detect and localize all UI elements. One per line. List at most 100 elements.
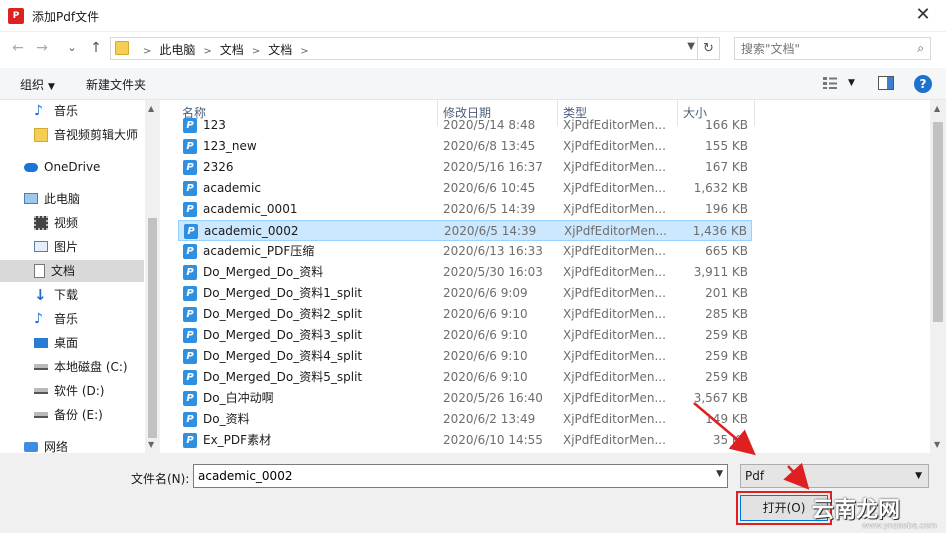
scroll-up-icon[interactable]: ▲: [934, 104, 940, 113]
file-date: 2020/6/5 14:39: [443, 202, 536, 216]
file-row[interactable]: Pacademic 2020/6/6 10:45 XjPdfEditorMen...…: [178, 178, 752, 199]
sidebar-item-music-2[interactable]: ♪ 音乐: [34, 308, 144, 330]
file-row[interactable]: P 123 2020/5/14 8:48 XjPdfEditorMen... 166 K…: [178, 115, 752, 136]
file-name: academic: [203, 181, 261, 195]
refresh-button[interactable]: ↻: [698, 37, 720, 60]
file-type: XjPdfEditorMen...: [563, 202, 665, 216]
pdf-file-icon: P: [184, 224, 198, 239]
chevron-right-icon: >: [300, 46, 309, 57]
sidebar-item-drive-c[interactable]: 本地磁盘 (C:): [34, 356, 144, 378]
file-size: 167 KB: [705, 160, 748, 174]
file-type-value: Pdf: [745, 469, 765, 483]
chevron-down-icon[interactable]: ▼: [848, 78, 855, 88]
file-row[interactable]: P 123_new 2020/6/8 13:45 XjPdfEditorMen... 1…: [178, 136, 752, 157]
pdf-file-icon: P: [183, 307, 197, 322]
scrollbar-thumb[interactable]: [148, 218, 157, 438]
breadcrumb-item[interactable]: 文档: [220, 43, 244, 57]
up-button[interactable]: ↑: [86, 38, 106, 58]
file-row[interactable]: P Do_Merged_Do_资料1_split 2020/6/6 9:09 XjPd…: [178, 283, 752, 304]
file-list-scrollbar[interactable]: ▲ ▼: [930, 100, 946, 453]
column-divider[interactable]: [754, 100, 755, 126]
recent-locations-button[interactable]: ⌄: [62, 38, 82, 58]
file-name: academic_PDF压缩: [203, 244, 315, 258]
file-date: 2020/5/26 16:40: [443, 391, 543, 405]
cloud-icon: [24, 163, 38, 172]
sidebar-item-label: 图片: [54, 240, 79, 254]
file-name: 123_new: [203, 139, 257, 153]
sidebar-item-drive-e[interactable]: 备份 (E:): [34, 404, 144, 426]
chevron-down-icon[interactable]: ▼: [716, 469, 723, 479]
file-row[interactable]: P Do_Merged_Do_资料3_split 2020/6/6 9:10 XjPd…: [178, 325, 752, 346]
close-button[interactable]: ✕: [900, 0, 946, 32]
sidebar-item-onedrive[interactable]: OneDrive: [24, 156, 144, 178]
sidebar-item-music[interactable]: ♪ 音乐: [34, 100, 144, 122]
chevron-down-icon: ▼: [48, 82, 55, 92]
file-type-select[interactable]: Pdf ▼: [740, 464, 929, 488]
file-row[interactable]: P Do_Merged_Do_资料 2020/5/30 16:03 XjPdfEdit…: [178, 262, 752, 283]
file-name: Do_Merged_Do_资料4_split: [203, 349, 363, 363]
file-row[interactable]: Pacademic_0001 2020/6/5 14:39 XjPdfEditorM…: [178, 199, 752, 220]
help-icon[interactable]: ?: [914, 75, 932, 93]
sidebar-item-drive-d[interactable]: 软件 (D:): [34, 380, 144, 402]
file-row[interactable]: Pacademic_0002 2020/6/5 14:39 XjPdfEditorM…: [178, 220, 752, 241]
folder-icon: [115, 41, 129, 55]
sidebar-item-downloads[interactable]: ↓ 下载: [34, 284, 144, 306]
computer-icon: [24, 193, 38, 204]
file-row[interactable]: P Do_资料 2020/6/2 13:49 XjPdfEditorMen... 149…: [178, 409, 752, 430]
sidebar-item-pictures[interactable]: 图片: [34, 236, 144, 258]
sidebar-item-documents[interactable]: 文档: [0, 260, 144, 282]
chevron-down-icon[interactable]: ▼: [687, 41, 695, 52]
file-type: XjPdfEditorMen...: [563, 286, 665, 300]
file-type: XjPdfEditorMen...: [563, 160, 665, 174]
view-options-icon[interactable]: [822, 76, 838, 90]
back-button[interactable]: ←: [8, 38, 28, 58]
file-row[interactable]: P Do_Merged_Do_资料4_split 2020/6/6 9:10 XjPd…: [178, 346, 752, 367]
drive-icon: [34, 363, 48, 370]
file-row[interactable]: P 2326 2020/5/16 16:37 XjPdfEditorMen... 167…: [178, 157, 752, 178]
scroll-down-icon[interactable]: ▼: [934, 440, 940, 449]
sidebar-item-videos[interactable]: 视频: [34, 212, 144, 234]
file-size: 665 KB: [705, 244, 748, 258]
pdf-file-icon: P: [183, 370, 197, 385]
pdf-file-icon: P: [183, 412, 197, 427]
file-size: 35 KB: [712, 433, 748, 447]
document-icon: [34, 263, 45, 278]
filename-input[interactable]: [194, 465, 694, 487]
search-box[interactable]: ⌕: [734, 37, 931, 60]
file-type: XjPdfEditorMen...: [563, 370, 665, 384]
preview-pane-icon[interactable]: [878, 76, 894, 90]
search-icon[interactable]: ⌕: [917, 41, 924, 56]
filename-combobox[interactable]: ▼: [193, 464, 728, 488]
file-size: 1,436 KB: [692, 224, 747, 238]
network-icon: [24, 441, 38, 452]
file-row[interactable]: P Do_Merged_Do_资料5_split 2020/6/6 9:10 XjPd…: [178, 367, 752, 388]
sidebar-item-network[interactable]: 网络: [24, 436, 144, 453]
file-row[interactable]: Pacademic_PDF压缩 2020/6/13 16:33 XjPdfEdito…: [178, 241, 752, 262]
breadcrumb-item[interactable]: 文档: [268, 43, 292, 57]
sidebar-item-desktop[interactable]: 桌面: [34, 332, 144, 354]
pdf-file-icon: P: [183, 139, 197, 154]
scroll-down-icon[interactable]: ▼: [148, 440, 154, 449]
file-row[interactable]: P Do_Merged_Do_资料2_split 2020/6/6 9:10 XjPd…: [178, 304, 752, 325]
breadcrumb: > 此电脑 > 文档 > 文档 >: [135, 41, 317, 58]
file-row[interactable]: P Ex_PDF素材 2020/6/10 14:55 XjPdfEditorMen..…: [178, 430, 752, 451]
address-bar[interactable]: > 此电脑 > 文档 > 文档 > ▼: [110, 37, 698, 60]
organize-menu[interactable]: 组织 ▼: [20, 76, 55, 93]
sidebar-scrollbar[interactable]: ▲ ▼: [145, 100, 160, 453]
scroll-up-icon[interactable]: ▲: [148, 104, 154, 113]
sidebar-item-av-editor[interactable]: 音视频剪辑大师: [34, 124, 144, 146]
file-type: XjPdfEditorMen...: [563, 412, 665, 426]
breadcrumb-item[interactable]: 此电脑: [159, 43, 195, 57]
scrollbar-thumb[interactable]: [933, 122, 943, 322]
sidebar-item-label: 此电脑: [44, 192, 81, 206]
search-input[interactable]: [735, 38, 905, 59]
pdf-file-icon: P: [183, 181, 197, 196]
chevron-right-icon: >: [203, 46, 212, 57]
sidebar-item-this-pc[interactable]: 此电脑: [24, 188, 144, 210]
file-name: Do_Merged_Do_资料2_split: [203, 307, 363, 321]
file-row[interactable]: P Do_白冲动啊 2020/5/26 16:40 XjPdfEditorMen...…: [178, 388, 752, 409]
file-type: XjPdfEditorMen...: [563, 307, 665, 321]
file-date: 2020/5/14 8:48: [443, 118, 536, 132]
forward-button[interactable]: →: [32, 38, 52, 58]
new-folder-button[interactable]: 新建文件夹: [86, 76, 146, 93]
